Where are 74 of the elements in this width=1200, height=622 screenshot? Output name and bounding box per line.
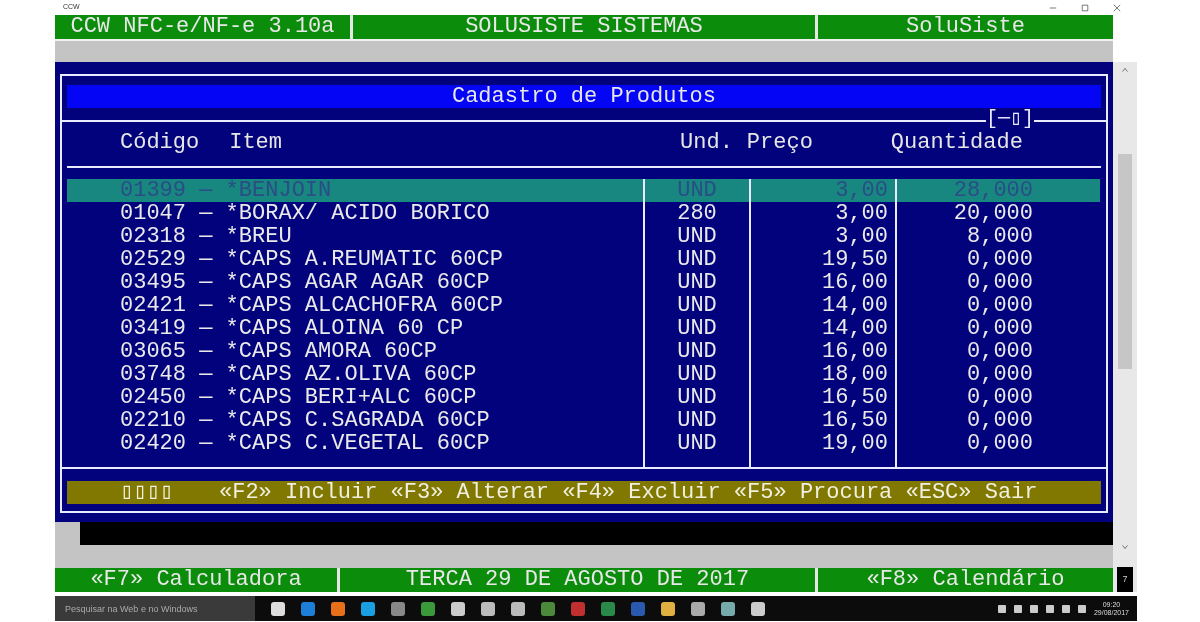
column-header: Quantidade: [890, 131, 1023, 157]
table-cell[interactable]: 0,000: [895, 340, 1100, 363]
table-cell[interactable]: UND: [643, 363, 749, 386]
column-header: Und.: [680, 131, 733, 157]
table-cell[interactable]: 02420 — *CAPS C.VEGETAL 60CP: [67, 432, 643, 455]
app-icon[interactable]: [361, 601, 375, 616]
table-cell[interactable]: 0,000: [895, 386, 1100, 409]
table-cell[interactable]: 16,50: [749, 409, 895, 432]
status-glyphs: ▯▯▯▯: [120, 481, 173, 504]
table-cell[interactable]: 0,000: [895, 248, 1100, 271]
table-cell[interactable]: 03748 — *CAPS AZ.OLIVA 60CP: [67, 363, 643, 386]
table-cell[interactable]: UND: [643, 271, 749, 294]
table-cell[interactable]: UND: [643, 409, 749, 432]
column-header: Código: [120, 131, 200, 157]
table-cell[interactable]: 3,00: [749, 202, 895, 225]
status-bar-cell: TERCA 29 DE AGOSTO DE 2017: [340, 568, 818, 592]
command-hints: «F2» Incluir «F3» Alterar «F4» Excluir «F5» Procura «ESC» Sair: [219, 481, 1038, 504]
status-bar-cell-text: «F8» Calendário: [865, 568, 1066, 592]
app-icon[interactable]: [481, 601, 495, 616]
table-cell[interactable]: 02450 — *CAPS BERI+ALC 60CP: [67, 386, 643, 409]
table-cell[interactable]: 280: [643, 202, 749, 225]
scroll-up-icon[interactable]: [1121, 66, 1129, 74]
table-cell[interactable]: 02421 — *CAPS ALCACHOFRA 60CP: [67, 294, 643, 317]
table-cell[interactable]: UND: [643, 248, 749, 271]
table-cell[interactable]: 19,00: [749, 432, 895, 455]
table-cell[interactable]: 16,00: [749, 340, 895, 363]
table-cell[interactable]: 8,000: [895, 225, 1100, 248]
table-cell[interactable]: 16,50: [749, 386, 895, 409]
table-cell[interactable]: 03495 — *CAPS AGAR AGAR 60CP: [67, 271, 643, 294]
maximize-icon[interactable]: [1081, 3, 1089, 12]
table-cell[interactable]: 3,00: [749, 225, 895, 248]
table-cell[interactable]: 14,00: [749, 317, 895, 340]
app-icon[interactable]: [661, 601, 675, 616]
table-cell[interactable]: 0,000: [895, 294, 1100, 317]
table-cell[interactable]: 14,00: [749, 294, 895, 317]
app-icon[interactable]: [271, 601, 285, 616]
app-icon[interactable]: [451, 601, 465, 616]
close-icon[interactable]: [1113, 3, 1121, 12]
scroll-marker: [─▯]: [985, 109, 1034, 129]
column-header: Item: [229, 131, 283, 157]
table-cell[interactable]: UND: [643, 317, 749, 340]
table-cell[interactable]: 0,000: [895, 409, 1100, 432]
table-cell[interactable]: 01047 — *BORAX/ ACIDO BORICO: [67, 202, 643, 225]
app-icon[interactable]: [331, 601, 345, 616]
table-cell[interactable]: 02529 — *CAPS A.REUMATIC 60CP: [67, 248, 643, 271]
table-cell[interactable]: 20,000: [895, 202, 1100, 225]
app-icon[interactable]: [751, 601, 765, 616]
dialog-title: Cadastro de Produtos: [67, 85, 1101, 108]
app-icon[interactable]: [511, 601, 525, 616]
table-cell[interactable]: 18,00: [749, 363, 895, 386]
app-icon[interactable]: [721, 601, 735, 616]
table-cell[interactable]: 0,000: [895, 363, 1100, 386]
status-bar-cell: «F7» Calculadora: [55, 568, 340, 592]
table-cell[interactable]: UND: [643, 225, 749, 248]
scroll-down-icon[interactable]: [1121, 542, 1129, 551]
table-cell[interactable]: 0,000: [895, 317, 1100, 340]
table-cell[interactable]: UND: [643, 432, 749, 455]
table-cell[interactable]: 02318 — *BREU: [67, 225, 643, 248]
table-cell[interactable]: UND: [643, 340, 749, 363]
table-cell[interactable]: 03065 — *CAPS AMORA 60CP: [67, 340, 643, 363]
status-bar-cell-text: SoluSiste: [905, 15, 1026, 39]
search-field[interactable]: Pesquisar na Web e no Windows: [55, 596, 255, 621]
scroll-thumb[interactable]: [1118, 154, 1132, 369]
column-header: Preço: [746, 131, 813, 157]
table-cell[interactable]: 02210 — *CAPS C.SAGRADA 60CP: [67, 409, 643, 432]
app-icon[interactable]: [691, 601, 705, 616]
table-cell[interactable]: 0,000: [895, 271, 1100, 294]
table-cell[interactable]: 19,50: [749, 248, 895, 271]
table-cell[interactable]: 0,000: [895, 432, 1100, 455]
table-cell[interactable]: UND: [643, 386, 749, 409]
side-label: 7: [1117, 566, 1133, 592]
table-cell[interactable]: 16,00: [749, 271, 895, 294]
table-cell[interactable]: 03419 — *CAPS ALOINA 60 CP: [67, 317, 643, 340]
table-cell[interactable]: UND: [643, 294, 749, 317]
